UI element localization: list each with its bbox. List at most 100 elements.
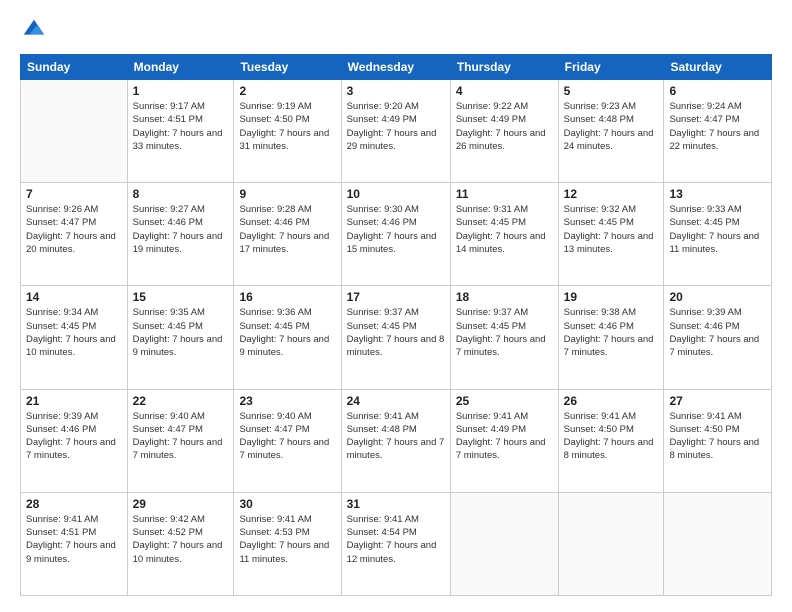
calendar-cell: 13Sunrise: 9:33 AMSunset: 4:45 PMDayligh… bbox=[664, 183, 772, 286]
cell-date: 16 bbox=[239, 290, 335, 304]
cell-info: Sunrise: 9:24 AMSunset: 4:47 PMDaylight:… bbox=[669, 100, 766, 153]
cell-date: 6 bbox=[669, 84, 766, 98]
cell-date: 3 bbox=[347, 84, 445, 98]
calendar-cell bbox=[664, 492, 772, 595]
cell-info: Sunrise: 9:36 AMSunset: 4:45 PMDaylight:… bbox=[239, 306, 335, 359]
calendar-week-row: 1 Sunrise: 9:17 AMSunset: 4:51 PMDaylight… bbox=[21, 80, 772, 183]
calendar-cell: 5 Sunrise: 9:23 AMSunset: 4:48 PMDaylight… bbox=[558, 80, 664, 183]
cell-info: Sunrise: 9:17 AMSunset: 4:51 PMDaylight:… bbox=[133, 100, 229, 153]
cell-info: Sunrise: 9:42 AMSunset: 4:52 PMDaylight:… bbox=[133, 513, 229, 566]
calendar-cell: 25 Sunrise: 9:41 AMSunset: 4:49 PMDayligh… bbox=[450, 389, 558, 492]
cell-info: Sunrise: 9:41 AMSunset: 4:49 PMDaylight:… bbox=[456, 410, 553, 463]
cell-date: 1 bbox=[133, 84, 229, 98]
day-header-thursday: Thursday bbox=[450, 55, 558, 80]
calendar-cell bbox=[558, 492, 664, 595]
cell-info: Sunrise: 9:41 AMSunset: 4:50 PMDaylight:… bbox=[564, 410, 659, 463]
calendar-cell: 10 Sunrise: 9:30 AMSunset: 4:46 PMDayligh… bbox=[341, 183, 450, 286]
calendar-cell: 1 Sunrise: 9:17 AMSunset: 4:51 PMDaylight… bbox=[127, 80, 234, 183]
cell-info: Sunrise: 9:30 AMSunset: 4:46 PMDaylight:… bbox=[347, 203, 445, 256]
cell-info: Sunrise: 9:22 AMSunset: 4:49 PMDaylight:… bbox=[456, 100, 553, 153]
cell-info: Sunrise: 9:23 AMSunset: 4:48 PMDaylight:… bbox=[564, 100, 659, 153]
calendar-cell: 11 Sunrise: 9:31 AMSunset: 4:45 PMDayligh… bbox=[450, 183, 558, 286]
day-header-tuesday: Tuesday bbox=[234, 55, 341, 80]
calendar-cell: 28 Sunrise: 9:41 AMSunset: 4:51 PMDayligh… bbox=[21, 492, 128, 595]
cell-info: Sunrise: 9:26 AMSunset: 4:47 PMDaylight:… bbox=[26, 203, 122, 256]
cell-info: Sunrise: 9:39 AMSunset: 4:46 PMDaylight:… bbox=[669, 306, 766, 359]
cell-date: 31 bbox=[347, 497, 445, 511]
cell-info: Sunrise: 9:20 AMSunset: 4:49 PMDaylight:… bbox=[347, 100, 445, 153]
cell-info: Sunrise: 9:33 AMSunset: 4:45 PMDaylight:… bbox=[669, 203, 766, 256]
cell-date: 27 bbox=[669, 394, 766, 408]
calendar-cell: 12 Sunrise: 9:32 AMSunset: 4:45 PMDayligh… bbox=[558, 183, 664, 286]
cell-date: 28 bbox=[26, 497, 122, 511]
cell-info: Sunrise: 9:34 AMSunset: 4:45 PMDaylight:… bbox=[26, 306, 122, 359]
calendar-cell: 6 Sunrise: 9:24 AMSunset: 4:47 PMDaylight… bbox=[664, 80, 772, 183]
cell-date: 11 bbox=[456, 187, 553, 201]
calendar-cell: 14 Sunrise: 9:34 AMSunset: 4:45 PMDayligh… bbox=[21, 286, 128, 389]
cell-date: 9 bbox=[239, 187, 335, 201]
cell-date: 30 bbox=[239, 497, 335, 511]
cell-date: 18 bbox=[456, 290, 553, 304]
cell-date: 19 bbox=[564, 290, 659, 304]
cell-info: Sunrise: 9:40 AMSunset: 4:47 PMDaylight:… bbox=[239, 410, 335, 463]
calendar-table: SundayMondayTuesdayWednesdayThursdayFrid… bbox=[20, 54, 772, 596]
cell-info: Sunrise: 9:31 AMSunset: 4:45 PMDaylight:… bbox=[456, 203, 553, 256]
calendar-week-row: 21Sunrise: 9:39 AMSunset: 4:46 PMDayligh… bbox=[21, 389, 772, 492]
cell-date: 4 bbox=[456, 84, 553, 98]
calendar-week-row: 28 Sunrise: 9:41 AMSunset: 4:51 PMDayligh… bbox=[21, 492, 772, 595]
cell-date: 14 bbox=[26, 290, 122, 304]
cell-date: 25 bbox=[456, 394, 553, 408]
cell-date: 7 bbox=[26, 187, 122, 201]
cell-date: 5 bbox=[564, 84, 659, 98]
page: SundayMondayTuesdayWednesdayThursdayFrid… bbox=[0, 0, 792, 612]
cell-date: 29 bbox=[133, 497, 229, 511]
calendar-header-row: SundayMondayTuesdayWednesdayThursdayFrid… bbox=[21, 55, 772, 80]
cell-info: Sunrise: 9:37 AMSunset: 4:45 PMDaylight:… bbox=[347, 306, 445, 359]
cell-date: 8 bbox=[133, 187, 229, 201]
calendar-cell: 4 Sunrise: 9:22 AMSunset: 4:49 PMDaylight… bbox=[450, 80, 558, 183]
calendar-cell: 24Sunrise: 9:41 AMSunset: 4:48 PMDayligh… bbox=[341, 389, 450, 492]
calendar-cell bbox=[450, 492, 558, 595]
cell-info: Sunrise: 9:27 AMSunset: 4:46 PMDaylight:… bbox=[133, 203, 229, 256]
cell-date: 26 bbox=[564, 394, 659, 408]
day-header-saturday: Saturday bbox=[664, 55, 772, 80]
cell-info: Sunrise: 9:37 AMSunset: 4:45 PMDaylight:… bbox=[456, 306, 553, 359]
calendar-cell: 7 Sunrise: 9:26 AMSunset: 4:47 PMDaylight… bbox=[21, 183, 128, 286]
calendar-cell: 20 Sunrise: 9:39 AMSunset: 4:46 PMDayligh… bbox=[664, 286, 772, 389]
calendar-cell: 16 Sunrise: 9:36 AMSunset: 4:45 PMDayligh… bbox=[234, 286, 341, 389]
calendar-cell: 9Sunrise: 9:28 AMSunset: 4:46 PMDaylight… bbox=[234, 183, 341, 286]
cell-date: 17 bbox=[347, 290, 445, 304]
calendar-cell: 18 Sunrise: 9:37 AMSunset: 4:45 PMDayligh… bbox=[450, 286, 558, 389]
cell-date: 20 bbox=[669, 290, 766, 304]
cell-date: 22 bbox=[133, 394, 229, 408]
calendar-cell: 31 Sunrise: 9:41 AMSunset: 4:54 PMDayligh… bbox=[341, 492, 450, 595]
cell-date: 10 bbox=[347, 187, 445, 201]
header bbox=[20, 16, 772, 44]
calendar-cell: 8 Sunrise: 9:27 AMSunset: 4:46 PMDaylight… bbox=[127, 183, 234, 286]
cell-info: Sunrise: 9:41 AMSunset: 4:54 PMDaylight:… bbox=[347, 513, 445, 566]
cell-info: Sunrise: 9:41 AMSunset: 4:51 PMDaylight:… bbox=[26, 513, 122, 566]
cell-date: 21 bbox=[26, 394, 122, 408]
calendar-cell: 23 Sunrise: 9:40 AMSunset: 4:47 PMDayligh… bbox=[234, 389, 341, 492]
logo-icon bbox=[20, 16, 48, 44]
calendar-cell: 19Sunrise: 9:38 AMSunset: 4:46 PMDayligh… bbox=[558, 286, 664, 389]
calendar-cell: 26 Sunrise: 9:41 AMSunset: 4:50 PMDayligh… bbox=[558, 389, 664, 492]
calendar-cell: 17 Sunrise: 9:37 AMSunset: 4:45 PMDayligh… bbox=[341, 286, 450, 389]
day-header-wednesday: Wednesday bbox=[341, 55, 450, 80]
cell-info: Sunrise: 9:32 AMSunset: 4:45 PMDaylight:… bbox=[564, 203, 659, 256]
cell-info: Sunrise: 9:35 AMSunset: 4:45 PMDaylight:… bbox=[133, 306, 229, 359]
cell-info: Sunrise: 9:19 AMSunset: 4:50 PMDaylight:… bbox=[239, 100, 335, 153]
calendar-cell: 30 Sunrise: 9:41 AMSunset: 4:53 PMDayligh… bbox=[234, 492, 341, 595]
cell-date: 12 bbox=[564, 187, 659, 201]
calendar-cell bbox=[21, 80, 128, 183]
day-header-sunday: Sunday bbox=[21, 55, 128, 80]
cell-date: 24 bbox=[347, 394, 445, 408]
cell-info: Sunrise: 9:41 AMSunset: 4:50 PMDaylight:… bbox=[669, 410, 766, 463]
cell-info: Sunrise: 9:41 AMSunset: 4:53 PMDaylight:… bbox=[239, 513, 335, 566]
calendar-cell: 21Sunrise: 9:39 AMSunset: 4:46 PMDayligh… bbox=[21, 389, 128, 492]
calendar-cell: 2Sunrise: 9:19 AMSunset: 4:50 PMDaylight… bbox=[234, 80, 341, 183]
cell-date: 15 bbox=[133, 290, 229, 304]
calendar-cell: 27 Sunrise: 9:41 AMSunset: 4:50 PMDayligh… bbox=[664, 389, 772, 492]
cell-date: 23 bbox=[239, 394, 335, 408]
calendar-cell: 29 Sunrise: 9:42 AMSunset: 4:52 PMDayligh… bbox=[127, 492, 234, 595]
